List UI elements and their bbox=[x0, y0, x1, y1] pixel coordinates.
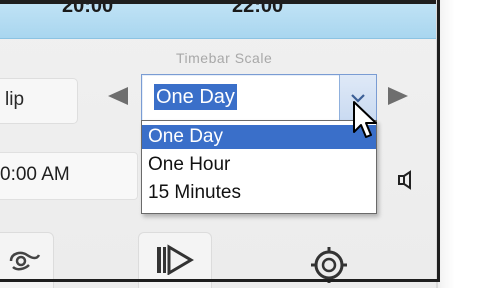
timeline-strip[interactable]: 20:00 22:00 bbox=[0, 4, 436, 39]
left-arrow-icon bbox=[108, 87, 128, 105]
timebar-scale-selected-value: One Day bbox=[154, 84, 237, 110]
option-15-minutes[interactable]: 15 Minutes bbox=[142, 181, 376, 205]
clip-button[interactable]: lip bbox=[0, 78, 78, 124]
clip-button-label: lip bbox=[5, 89, 25, 110]
previous-scale-button[interactable] bbox=[100, 78, 136, 114]
time-value: 0:00 AM bbox=[0, 164, 70, 185]
right-arrow-icon bbox=[388, 87, 408, 105]
window-right-border bbox=[437, 0, 440, 282]
option-one-day[interactable]: One Day bbox=[142, 125, 376, 149]
window-top-border bbox=[0, 0, 436, 4]
timebar-scale-label: Timebar Scale bbox=[176, 50, 273, 66]
timebar-panel: 20:00 22:00 Timebar Scale lip One Day On… bbox=[0, 0, 438, 288]
desktop-background bbox=[435, 0, 483, 288]
window-bottom-border bbox=[0, 279, 440, 282]
timebar-scale-select[interactable]: One Day bbox=[141, 74, 377, 122]
link-icon bbox=[9, 251, 41, 271]
next-scale-button[interactable] bbox=[380, 78, 416, 114]
timeline-time-left: 20:00 bbox=[62, 4, 114, 17]
speaker-icon[interactable] bbox=[396, 170, 414, 190]
mouse-pointer-icon bbox=[353, 101, 377, 138]
option-one-hour[interactable]: One Hour bbox=[142, 153, 376, 177]
screenshot-canvas: 20:00 22:00 Timebar Scale lip One Day On… bbox=[0, 0, 483, 288]
play-step-icon bbox=[157, 244, 194, 275]
timeline-time-right: 22:00 bbox=[232, 4, 284, 17]
timebar-scale-options: One Day One Hour 15 Minutes bbox=[141, 120, 377, 214]
